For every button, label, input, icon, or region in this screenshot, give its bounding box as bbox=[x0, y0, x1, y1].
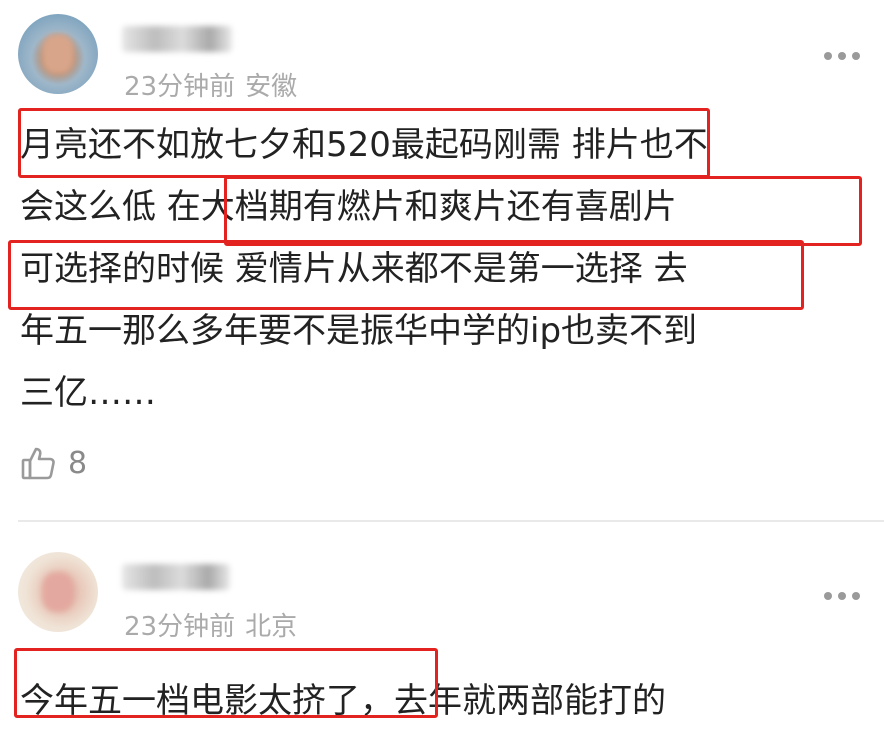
comment-location: 安徽 bbox=[245, 72, 298, 102]
comment-line: 年五一那么多年要不是振华中学的ip也卖不到 bbox=[20, 311, 698, 351]
comment-line: 可选择的时候 爱情片从来都不是第一选择 去 bbox=[20, 249, 688, 289]
more-icon[interactable] bbox=[824, 590, 860, 602]
comment-time: 23分钟前 bbox=[124, 72, 236, 102]
username-redacted[interactable] bbox=[122, 26, 232, 52]
comment-meta: 23分钟前 安徽 bbox=[124, 66, 297, 103]
avatar[interactable] bbox=[18, 552, 98, 632]
comment-item: 23分钟前 北京 今年五一档电影太挤了，去年就两部能打的 bbox=[0, 524, 884, 734]
comment-line: 今年五一档电影太挤了，去年就两部能打的 bbox=[20, 681, 666, 721]
username-redacted[interactable] bbox=[122, 564, 230, 590]
comment-time: 23分钟前 bbox=[124, 612, 236, 642]
comment-line: 会这么低 在大档期有燃片和爽片还有喜剧片 bbox=[20, 187, 677, 227]
like-count: 8 bbox=[68, 445, 88, 481]
comment-meta: 23分钟前 北京 bbox=[124, 606, 297, 643]
thumbs-up-icon bbox=[21, 447, 55, 480]
avatar[interactable] bbox=[18, 14, 98, 94]
divider bbox=[18, 520, 884, 522]
comment-body: 今年五一档电影太挤了，去年就两部能打的 bbox=[20, 670, 866, 732]
comment-location: 北京 bbox=[245, 612, 298, 642]
comment-item: 23分钟前 安徽 月亮还不如放七夕和520最起码刚需 排片也不 会这么低 在大档期… bbox=[0, 0, 884, 520]
like-button[interactable]: 8 bbox=[20, 438, 87, 488]
comment-line: 三亿…… bbox=[20, 373, 156, 413]
comment-line: 月亮还不如放七夕和520最起码刚需 排片也不 bbox=[20, 125, 708, 165]
comment-body: 月亮还不如放七夕和520最起码刚需 排片也不 会这么低 在大档期有燃片和爽片还有… bbox=[20, 114, 866, 424]
more-icon[interactable] bbox=[824, 50, 860, 62]
comment-feed: 23分钟前 安徽 月亮还不如放七夕和520最起码刚需 排片也不 会这么低 在大档期… bbox=[0, 0, 884, 734]
